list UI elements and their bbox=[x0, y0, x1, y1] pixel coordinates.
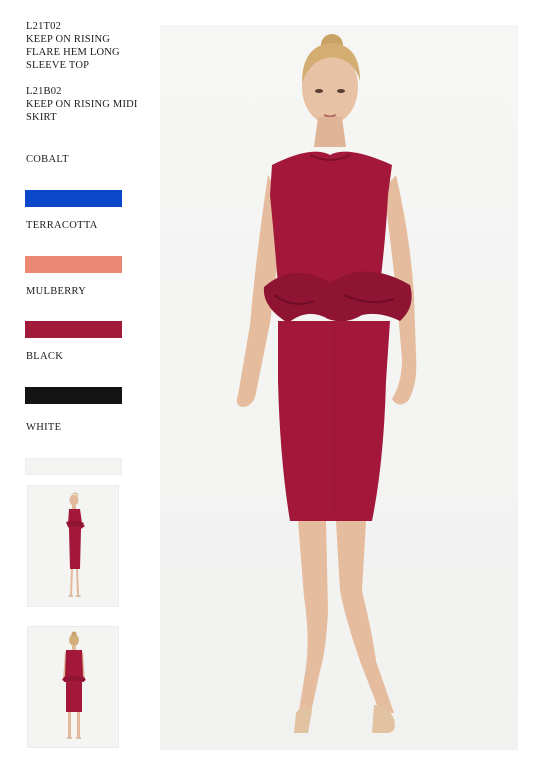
product-name-line: KEEP ON RISING MIDI bbox=[26, 99, 138, 110]
colour-label-black: BLACK bbox=[26, 351, 64, 362]
peplum-top bbox=[270, 151, 392, 291]
swatch-cobalt[interactable] bbox=[25, 190, 122, 207]
left-shoe bbox=[294, 706, 312, 733]
colour-label-cobalt: COBALT bbox=[26, 154, 69, 165]
side-view-thumbnail[interactable] bbox=[27, 485, 119, 607]
swatch-mulberry[interactable] bbox=[25, 321, 122, 338]
product-name-line: FLARE HEM LONG bbox=[26, 47, 120, 58]
back-view-thumbnail[interactable] bbox=[27, 626, 119, 748]
product-code: L21T02 bbox=[26, 21, 62, 32]
left-leg bbox=[298, 521, 328, 717]
back-view-figure bbox=[62, 631, 86, 739]
product-code: L21B02 bbox=[26, 86, 62, 97]
colour-label-terracotta: TERRACOTTA bbox=[26, 220, 98, 231]
peplum-ruffle bbox=[263, 271, 412, 323]
product-top: L21T02 KEEP ON RISING FLARE HEM LONG SLE… bbox=[26, 20, 156, 72]
product-name-line: KEEP ON RISING bbox=[26, 34, 111, 45]
model-figure bbox=[236, 34, 417, 733]
swatch-black[interactable] bbox=[25, 387, 122, 404]
side-view-figure bbox=[66, 492, 85, 597]
product-name-line: SKIRT bbox=[26, 112, 57, 123]
product-info: L21T02 KEEP ON RISING FLARE HEM LONG SLE… bbox=[26, 20, 156, 124]
swatch-terracotta[interactable] bbox=[25, 256, 122, 273]
colour-label-mulberry: MULBERRY bbox=[26, 286, 87, 297]
swatch-white[interactable] bbox=[25, 458, 122, 475]
main-product-photo bbox=[160, 25, 518, 750]
product-name-line: SLEEVE TOP bbox=[26, 60, 90, 71]
colour-label-white: WHITE bbox=[26, 422, 62, 433]
product-skirt: L21B02 KEEP ON RISING MIDI SKIRT bbox=[26, 85, 156, 124]
right-leg bbox=[336, 521, 394, 713]
